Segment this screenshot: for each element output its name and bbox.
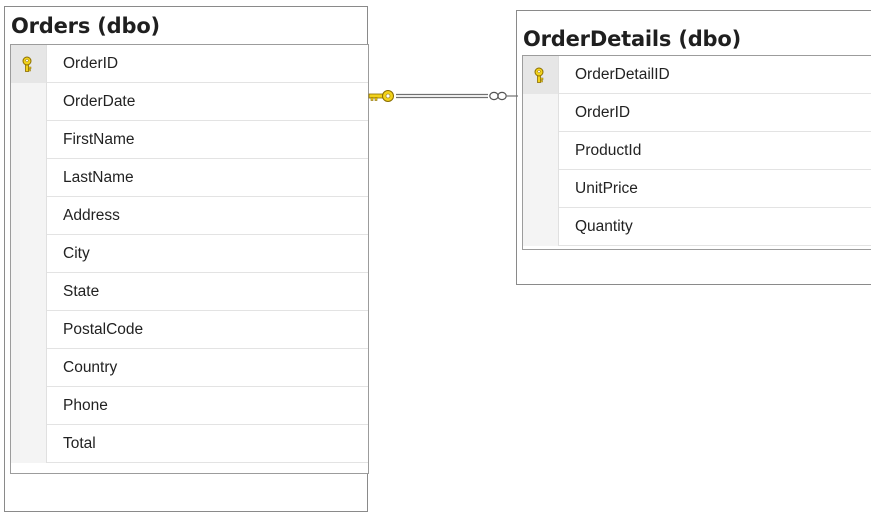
primary-key-icon: [22, 56, 32, 72]
column-name: State: [63, 283, 100, 300]
row-selector[interactable]: [523, 56, 559, 94]
column-name: OrderDate: [63, 93, 136, 110]
column-row[interactable]: LastName: [11, 159, 368, 197]
row-selector[interactable]: [11, 45, 47, 83]
relationship-line: [396, 93, 488, 99]
column-row[interactable]: Total: [11, 425, 368, 463]
column-row[interactable]: Quantity: [523, 208, 871, 246]
column-row[interactable]: OrderID: [11, 45, 368, 83]
column-name: ProductId: [575, 142, 642, 159]
key-icon: [368, 90, 394, 102]
column-row[interactable]: ProductId: [523, 132, 871, 170]
relationship-connector[interactable]: [366, 84, 518, 108]
column-name: OrderID: [575, 104, 631, 121]
orders-table-title[interactable]: Orders (dbo): [5, 7, 367, 45]
orderdetails-table[interactable]: OrderDetails (dbo) OrderDetailID OrderID P…: [516, 10, 871, 285]
row-selector[interactable]: [11, 387, 47, 425]
column-name: LastName: [63, 169, 134, 186]
column-name: Quantity: [575, 218, 633, 235]
row-selector[interactable]: [11, 349, 47, 387]
orderdetails-column-grid: OrderDetailID OrderID ProductId UnitPrice Qu…: [522, 55, 871, 250]
column-row[interactable]: State: [11, 273, 368, 311]
orderdetails-table-title[interactable]: OrderDetails (dbo): [517, 11, 871, 56]
column-name: OrderDetailID: [575, 66, 670, 83]
column-row[interactable]: PostalCode: [11, 311, 368, 349]
orders-table[interactable]: Orders (dbo) OrderID OrderDate FirstName La…: [4, 6, 369, 512]
column-name: City: [63, 245, 90, 262]
row-selector[interactable]: [11, 159, 47, 197]
column-row[interactable]: Country: [11, 349, 368, 387]
column-row[interactable]: Phone: [11, 387, 368, 425]
row-selector[interactable]: [523, 170, 559, 208]
column-row[interactable]: OrderID: [523, 94, 871, 132]
row-selector[interactable]: [523, 132, 559, 170]
row-selector[interactable]: [523, 208, 559, 246]
row-selector[interactable]: [11, 197, 47, 235]
orderdetails-column-list: OrderDetailID OrderID ProductId UnitPrice Qu…: [523, 56, 871, 246]
primary-key-icon: [534, 67, 544, 83]
column-row[interactable]: City: [11, 235, 368, 273]
column-row[interactable]: OrderDetailID: [523, 56, 871, 94]
column-name: Country: [63, 359, 118, 376]
column-row[interactable]: UnitPrice: [523, 170, 871, 208]
row-selector[interactable]: [11, 83, 47, 121]
column-name: FirstName: [63, 131, 135, 148]
column-name: OrderID: [63, 55, 119, 72]
row-selector[interactable]: [11, 311, 47, 349]
column-row[interactable]: OrderDate: [11, 83, 368, 121]
infinity-icon: [489, 91, 518, 101]
column-name: PostalCode: [63, 321, 144, 338]
row-selector[interactable]: [11, 121, 47, 159]
column-name: Phone: [63, 397, 108, 414]
row-selector[interactable]: [11, 273, 47, 311]
row-selector[interactable]: [11, 235, 47, 273]
orders-column-grid: OrderID OrderDate FirstName LastName Address…: [10, 44, 369, 474]
row-selector[interactable]: [523, 94, 559, 132]
column-row[interactable]: FirstName: [11, 121, 368, 159]
column-name: UnitPrice: [575, 180, 638, 197]
column-row[interactable]: Address: [11, 197, 368, 235]
orders-column-list: OrderID OrderDate FirstName LastName Address…: [11, 45, 368, 463]
row-selector[interactable]: [11, 425, 47, 463]
column-name: Address: [63, 207, 120, 224]
column-name: Total: [63, 435, 96, 452]
